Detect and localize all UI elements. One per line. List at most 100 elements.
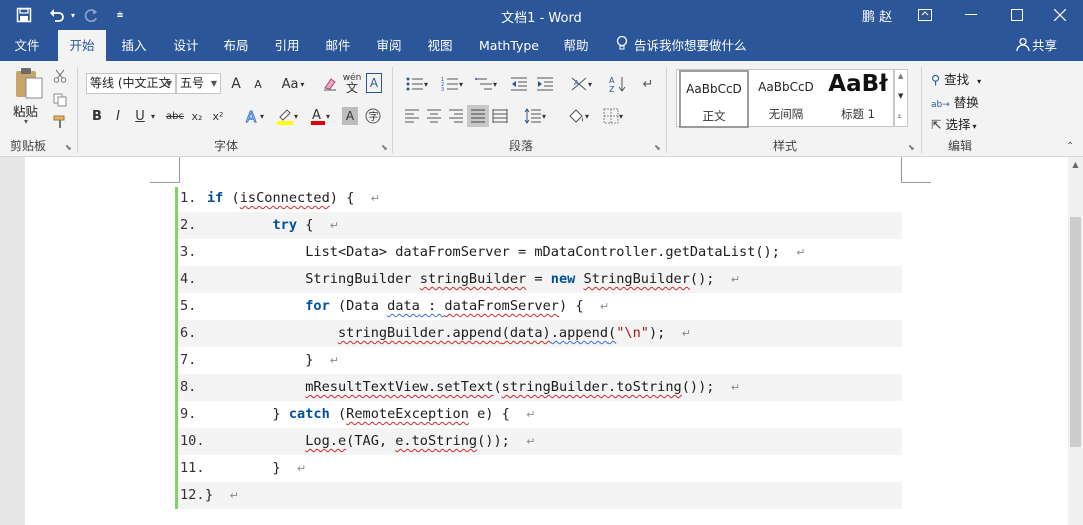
- scroll-up-icon[interactable]: ▲: [898, 72, 903, 80]
- show-marks-icon[interactable]: ↵: [638, 73, 658, 95]
- decrease-indent-icon[interactable]: [508, 73, 530, 95]
- character-shading-icon[interactable]: A: [342, 107, 358, 125]
- italic-icon[interactable]: I: [110, 105, 126, 127]
- code-text: try { ↵: [272, 217, 340, 233]
- line-number: 4.: [180, 271, 197, 287]
- tab-layout[interactable]: 布局: [215, 30, 257, 61]
- cut-icon[interactable]: [50, 67, 70, 85]
- tab-design[interactable]: 设计: [165, 30, 207, 61]
- paste-icon[interactable]: [12, 65, 46, 101]
- title-bar: ▾ ⩧ 文档1 - Word 鹏 赵: [0, 0, 1083, 30]
- svg-text:A: A: [246, 108, 257, 124]
- tab-review[interactable]: 审阅: [368, 30, 410, 61]
- tell-me-text: 告诉我你想要做什么: [634, 38, 747, 53]
- tab-home[interactable]: 开始: [58, 30, 106, 61]
- multilevel-list-icon[interactable]: ▾: [471, 73, 501, 95]
- collapse-ribbon-icon[interactable]: ⌃: [1066, 141, 1074, 152]
- sort-icon[interactable]: AZ: [607, 73, 629, 95]
- justify-icon[interactable]: [467, 105, 489, 127]
- style-no-spacing[interactable]: AaBbCcD 无间隔: [751, 70, 821, 128]
- tab-insert[interactable]: 插入: [113, 30, 155, 61]
- font-size-dropdown[interactable]: 五号 ▼: [176, 73, 221, 94]
- styles-scroll[interactable]: ▲ ▼ ⩡: [894, 69, 908, 127]
- grow-font-icon[interactable]: A: [227, 73, 245, 95]
- clear-formatting-icon[interactable]: [320, 73, 340, 95]
- tab-mathtype[interactable]: MathType: [472, 30, 546, 61]
- maximize-icon[interactable]: [994, 0, 1040, 30]
- format-painter-icon[interactable]: [50, 113, 70, 131]
- underline-icon[interactable]: U: [132, 105, 148, 127]
- line-number: 5.: [180, 298, 197, 314]
- document-page[interactable]: 1. if (isConnected) { ↵ 2. try { ↵ 3. Li…: [25, 157, 1068, 525]
- superscript-icon[interactable]: x²: [209, 105, 227, 127]
- font-color-icon[interactable]: A ▾: [306, 105, 334, 127]
- subscript-icon[interactable]: x₂: [188, 105, 206, 127]
- code-text: } ↵: [305, 352, 339, 368]
- minimize-icon[interactable]: [948, 0, 994, 30]
- vertical-scrollbar[interactable]: ▲: [1068, 157, 1083, 525]
- scroll-down-icon[interactable]: ▼: [898, 92, 903, 100]
- align-center-icon[interactable]: [424, 105, 444, 127]
- ribbon-display-icon[interactable]: [902, 0, 948, 30]
- increase-indent-icon[interactable]: [534, 73, 556, 95]
- styles-more-icon[interactable]: ⩡: [897, 112, 902, 122]
- borders-icon[interactable]: ▾: [598, 105, 628, 127]
- tab-references[interactable]: 引用: [266, 30, 308, 61]
- style-preview: AaBbCcD: [686, 82, 742, 96]
- style-normal[interactable]: AaBbCcD 正文: [679, 70, 749, 128]
- share-button[interactable]: 共享: [1016, 30, 1057, 61]
- select-button[interactable]: ⇱ 选择 ▾: [931, 114, 977, 133]
- user-name[interactable]: 鹏 赵: [862, 6, 892, 25]
- editing-group-label: 编辑: [948, 139, 973, 153]
- clipboard-launcher-icon[interactable]: ⬊: [65, 143, 72, 152]
- font-name-dropdown[interactable]: 等线 (中文正文 ▼: [86, 73, 176, 94]
- code-line: 7. } ↵: [178, 347, 902, 374]
- paragraph-launcher-icon[interactable]: ⬊: [654, 143, 661, 152]
- align-left-icon[interactable]: [402, 105, 422, 127]
- tab-mailings[interactable]: 邮件: [317, 30, 359, 61]
- clipboard-group-label: 剪贴板: [10, 139, 47, 153]
- group-divider: [392, 67, 393, 153]
- bold-icon[interactable]: B: [88, 105, 106, 127]
- phonetic-guide-icon[interactable]: wén 文: [342, 71, 362, 95]
- strikethrough-icon[interactable]: abc: [164, 105, 186, 127]
- align-right-icon[interactable]: [446, 105, 466, 127]
- find-button[interactable]: ⚲ 查找 ▾: [931, 69, 981, 88]
- line-spacing-icon[interactable]: ▾: [520, 105, 550, 127]
- chevron-down-icon: ▼: [165, 79, 172, 88]
- bullets-icon[interactable]: ▾: [402, 73, 432, 95]
- style-preview: AaBł: [828, 71, 888, 97]
- tab-help[interactable]: 帮助: [555, 30, 597, 61]
- numbering-icon[interactable]: 1 2 3 ▾: [437, 73, 467, 95]
- style-heading-1[interactable]: AaBł 标题 1: [823, 70, 893, 128]
- person-icon: [1016, 31, 1030, 62]
- code-text: for (Data data : dataFromServer) { ↵: [305, 298, 610, 314]
- font-launcher-icon[interactable]: ⬊: [381, 143, 388, 152]
- tab-file[interactable]: 文件: [6, 30, 48, 61]
- shading-icon[interactable]: ▾: [563, 105, 593, 127]
- tab-view[interactable]: 视图: [419, 30, 461, 61]
- change-case-icon[interactable]: Aa ▾: [278, 73, 308, 95]
- scroll-up-icon[interactable]: ▲: [1068, 157, 1083, 172]
- copy-icon[interactable]: [50, 91, 70, 109]
- margin-corner-right: [901, 157, 931, 183]
- underline-dropdown-icon[interactable]: ▾: [148, 105, 158, 127]
- shrink-font-icon[interactable]: A: [249, 73, 267, 95]
- code-line: 6. stringBuilder.append(data).append("\n…: [178, 320, 902, 347]
- paste-dropdown-icon[interactable]: ▾: [24, 117, 28, 126]
- margin-corner-left: [150, 157, 180, 183]
- enclose-characters-icon[interactable]: 字: [363, 105, 383, 127]
- tell-me-box[interactable]: 告诉我你想要做什么: [616, 30, 747, 61]
- character-border-icon[interactable]: A: [366, 73, 382, 93]
- styles-launcher-icon[interactable]: ⬊: [908, 143, 915, 152]
- code-line: 2. try { ↵: [178, 212, 902, 239]
- distributed-icon[interactable]: [490, 105, 510, 127]
- cursor-icon: ⇱: [931, 117, 942, 132]
- chinese-layout-icon[interactable]: A ▾: [566, 73, 596, 95]
- text-effects-icon[interactable]: A ▾: [240, 105, 268, 127]
- find-label: 查找: [944, 72, 970, 87]
- replace-button[interactable]: ab→ 替换: [931, 92, 979, 111]
- close-icon[interactable]: [1037, 0, 1083, 30]
- highlight-icon[interactable]: ▾: [272, 105, 302, 127]
- scroll-thumb[interactable]: [1070, 217, 1081, 447]
